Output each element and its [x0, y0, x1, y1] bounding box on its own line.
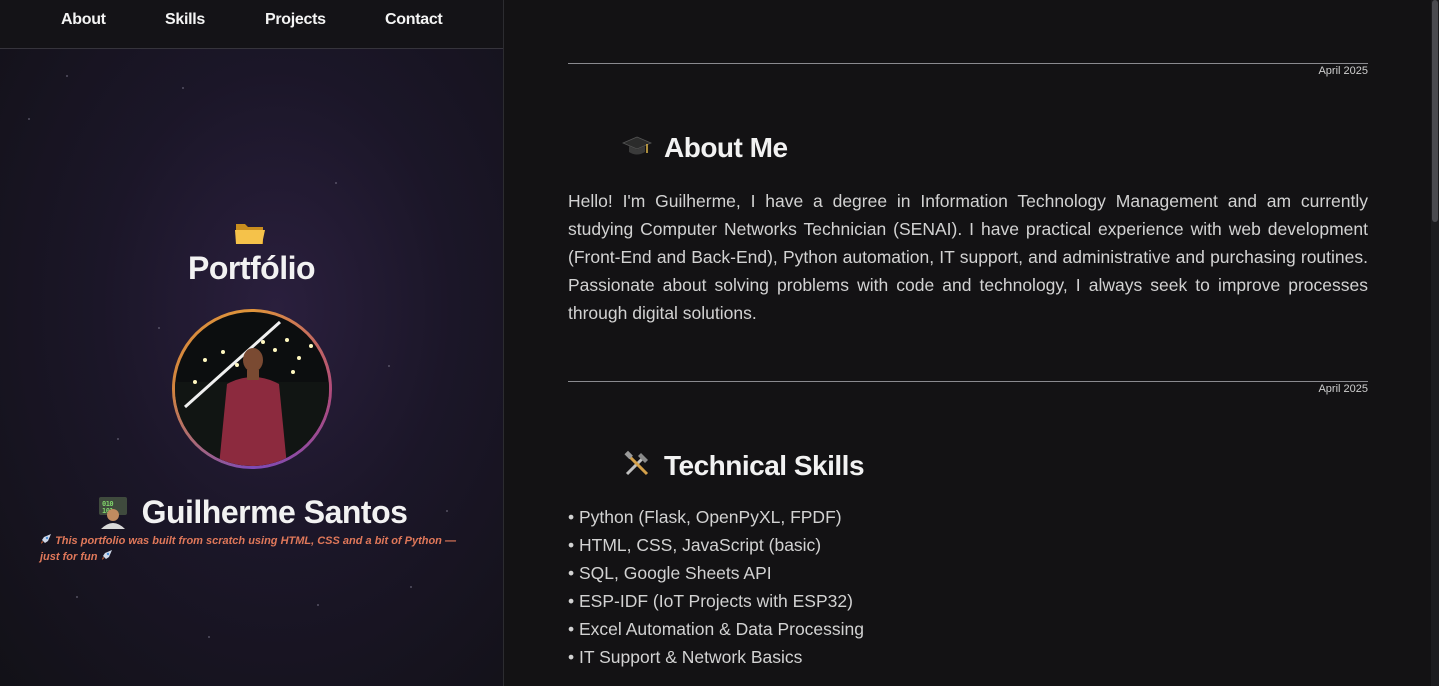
rocket-icon: [41, 534, 51, 544]
list-item: ESP-IDF (IoT Projects with ESP32): [568, 587, 864, 615]
section-date: April 2025: [1318, 383, 1368, 395]
technical-skills-title: Technical Skills: [664, 450, 865, 481]
star-decoration: [117, 438, 119, 440]
nav-about-link[interactable]: About: [61, 11, 106, 29]
list-item: HTML, CSS, JavaScript (basic): [568, 531, 864, 559]
star-decoration: [208, 636, 210, 638]
nav-projects-link[interactable]: Projects: [265, 11, 326, 29]
about-me-text: Hello! I'm Guilherme, I have a degree in…: [568, 191, 1368, 323]
tagline: This portfolio was built from scratch us…: [40, 533, 470, 565]
top-nav: About Skills Projects Contact: [0, 0, 503, 49]
star-decoration: [182, 87, 184, 89]
profile-name: Guilherme Santos: [141, 494, 408, 530]
star-decoration: [388, 365, 390, 367]
tools-icon: [624, 450, 649, 476]
graduation-cap-icon: [622, 136, 652, 155]
star-decoration: [410, 586, 412, 588]
avatar: [172, 309, 332, 469]
about-me-heading: About Me: [622, 131, 788, 164]
nav-contact-link[interactable]: Contact: [385, 11, 443, 29]
about-me-title: About Me: [664, 132, 788, 163]
profile-photo: [175, 312, 329, 466]
profile-name-row: 010 101 Guilherme Santos: [0, 494, 503, 531]
star-decoration: [66, 75, 68, 77]
section-divider: [568, 63, 1368, 64]
star-decoration: [317, 604, 319, 606]
star-decoration: [335, 182, 337, 184]
folder-icon: [235, 224, 265, 244]
star-decoration: [28, 118, 30, 120]
sidebar: About Skills Projects Contact Portfólio: [0, 0, 504, 686]
nav-skills-link[interactable]: Skills: [165, 11, 205, 29]
scrollbar-thumb[interactable]: [1432, 0, 1438, 222]
list-item: IT Support & Network Basics: [568, 643, 864, 671]
scrollbar[interactable]: [1431, 0, 1439, 686]
list-item: Python (Flask, OpenPyXL, FPDF): [568, 503, 864, 531]
technical-skills-heading: Technical Skills: [622, 449, 865, 482]
coder-icon: 010 101: [98, 497, 127, 529]
list-item: SQL, Google Sheets API: [568, 559, 864, 587]
star-decoration: [158, 327, 160, 329]
skills-list: Python (Flask, OpenPyXL, FPDF) HTML, CSS…: [568, 503, 864, 671]
list-item: Excel Automation & Data Processing: [568, 615, 864, 643]
section-divider: [568, 381, 1368, 382]
rocket-icon: [101, 550, 112, 560]
section-date: April 2025: [1318, 65, 1368, 77]
star-decoration: [76, 596, 78, 598]
portfolio-title: Portfólio: [187, 250, 316, 286]
main-content: April 2025 About Me Hello! I'm Guilherme…: [504, 0, 1439, 686]
